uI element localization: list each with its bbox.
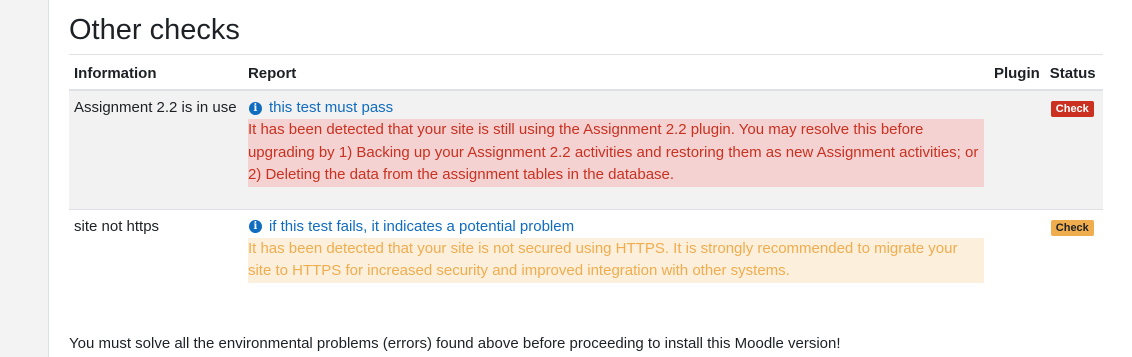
error-message-text: It has been detected that your site is s… [247, 121, 979, 183]
report-link-label: if this test fails, it indicates a poten… [268, 217, 575, 235]
error-message: It has been detected that your site is s… [247, 119, 984, 187]
header-information: Information [69, 55, 243, 91]
warning-message: It has been detected that your site is n… [247, 237, 984, 283]
header-status: Status [1044, 55, 1103, 91]
status-badge: Check [1050, 101, 1094, 117]
row-plugin [988, 90, 1045, 210]
header-plugin: Plugin [988, 55, 1045, 91]
row-report: i this test must pass It has been detect… [242, 90, 989, 210]
status-badge: Check [1050, 219, 1094, 236]
row-status: Check [1045, 209, 1103, 290]
report-link-label: this test must pass [268, 99, 394, 116]
info-icon: i [248, 220, 262, 233]
row-information: Assignment 2.2 is in use [69, 90, 243, 210]
section-title: Other checks [69, 14, 240, 46]
row-plugin [989, 209, 1045, 290]
row-information: site not https [74, 217, 160, 235]
table-row: site not https i if this test fails, it … [69, 209, 1103, 290]
environment-checks-table: Information Report Plugin Status Assignm… [69, 55, 1103, 290]
row-report: i if this test fails, it indicates a pot… [243, 209, 989, 290]
report-link[interactable]: i this test must pass [248, 99, 984, 117]
row-status: Check [1044, 90, 1103, 210]
report-link[interactable]: i if this test fails, it indicates a pot… [248, 218, 984, 236]
header-report: Report [242, 55, 989, 91]
table-header-row: Information Report Plugin Status [69, 55, 1103, 91]
environment-warning-footer: You must solve all the environmental pro… [69, 335, 841, 352]
info-icon: i [248, 101, 262, 115]
warning-message-text: It has been detected that your site is n… [247, 239, 958, 280]
main-page: Other checks Information Report Plugin S… [48, 0, 1132, 357]
table-row: Assignment 2.2 is in use i this test mus… [69, 90, 1103, 210]
